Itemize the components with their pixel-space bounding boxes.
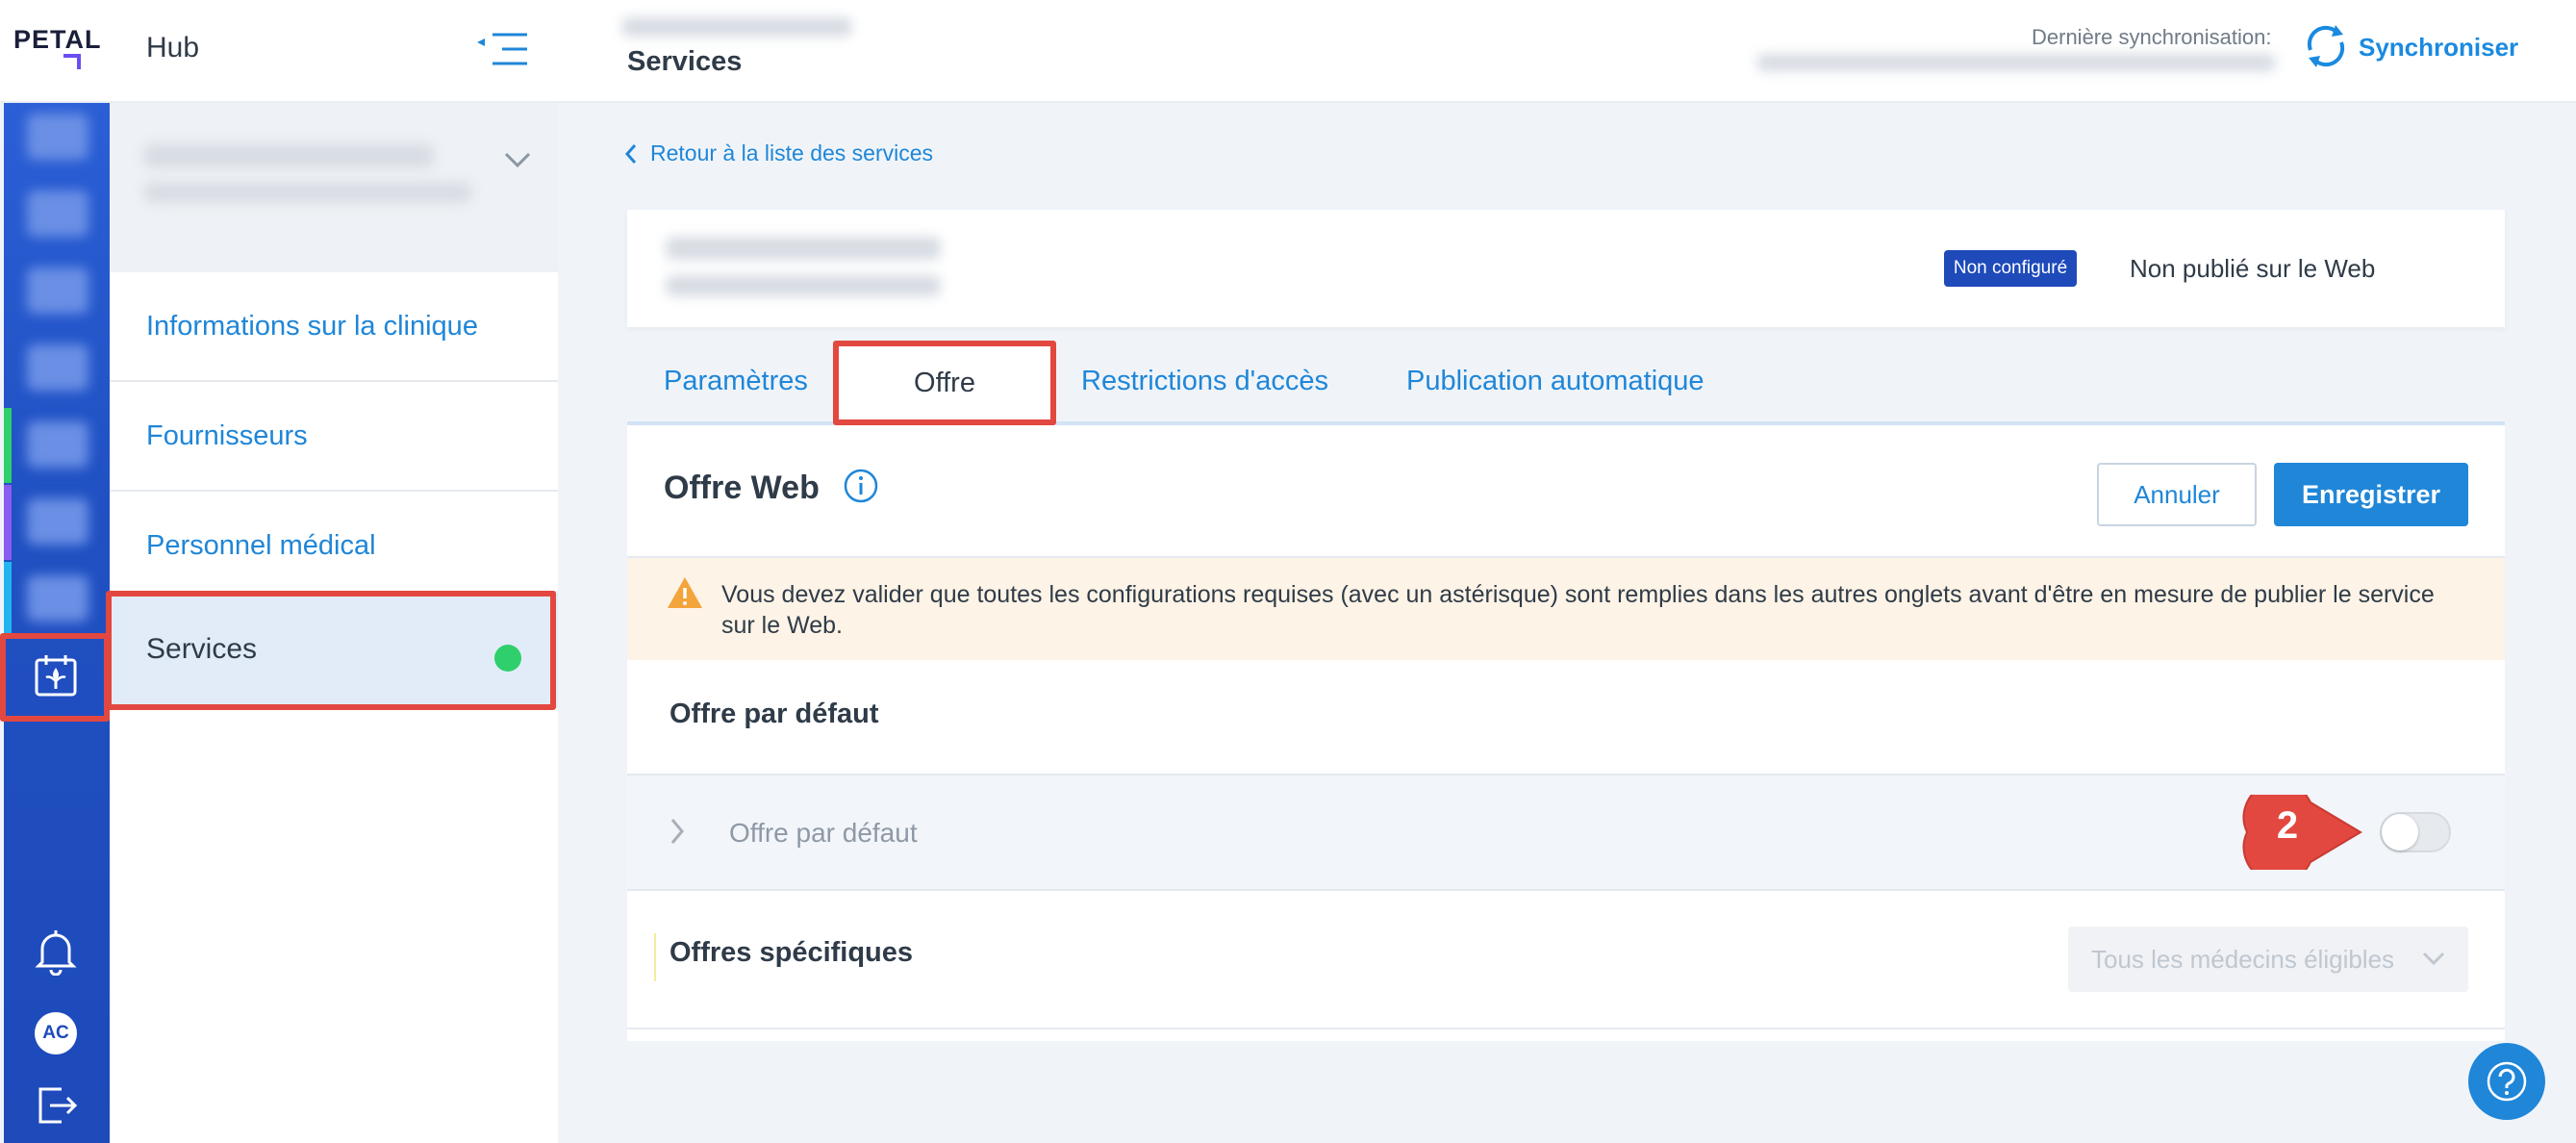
doctor-filter-value: Tous les médecins éligibles bbox=[2091, 945, 2395, 974]
step-number: 2 bbox=[2276, 804, 2299, 847]
rail-accent-cyan bbox=[4, 562, 12, 637]
hub-title: Hub bbox=[146, 32, 200, 64]
rail-blurred-icon bbox=[27, 344, 88, 391]
help-icon bbox=[2487, 1061, 2527, 1102]
tab-parametres[interactable]: Paramètres bbox=[664, 366, 808, 397]
page-title: Services bbox=[627, 46, 743, 77]
highlight-sidebar-services bbox=[106, 591, 556, 710]
sidebar-item-label: Informations sur la clinique bbox=[146, 311, 478, 342]
panel-title: Offre Web bbox=[664, 470, 820, 506]
warning-text: Vous devez valider que toutes les config… bbox=[721, 581, 2435, 639]
rail-blurred-icon bbox=[27, 498, 88, 545]
rail-accent-green bbox=[4, 408, 12, 483]
cancel-button[interactable]: Annuler bbox=[2097, 463, 2257, 526]
blurred-clinic-name bbox=[144, 144, 433, 167]
icon-rail bbox=[4, 103, 110, 1143]
petal-logo[interactable]: PETAL bbox=[13, 25, 102, 73]
back-to-services-link[interactable]: Retour à la liste des services bbox=[650, 140, 933, 166]
publish-status: Non publié sur le Web bbox=[2130, 254, 2376, 283]
info-icon[interactable] bbox=[843, 468, 879, 504]
chevron-down-icon[interactable] bbox=[2420, 949, 2447, 968]
rail-blurred-icon bbox=[27, 114, 88, 160]
tab-restrictions[interactable]: Restrictions d'accès bbox=[1081, 366, 1328, 397]
save-button[interactable]: Enregistrer bbox=[2274, 463, 2468, 526]
last-sync-label: Dernière synchronisation: bbox=[2032, 25, 2272, 49]
blurred-service-detail bbox=[666, 275, 941, 296]
default-offer-heading: Offre par défaut bbox=[669, 698, 879, 729]
help-button[interactable] bbox=[2468, 1043, 2545, 1120]
top-header bbox=[0, 0, 2576, 103]
status-badge: Non configuré bbox=[1944, 250, 2077, 287]
warning-icon bbox=[666, 575, 704, 610]
chevron-down-icon[interactable] bbox=[500, 144, 535, 173]
tab-publication-auto[interactable]: Publication automatique bbox=[1406, 366, 1705, 397]
rail-blurred-icon bbox=[27, 267, 88, 314]
logout-icon[interactable] bbox=[35, 1081, 81, 1128]
chevron-right-icon[interactable] bbox=[668, 816, 687, 847]
rail-blurred-icon bbox=[27, 421, 88, 468]
sidebar-item-clinic-info[interactable]: Informations sur la clinique bbox=[110, 272, 558, 382]
blurred-clinic-address bbox=[144, 183, 471, 202]
chevron-left-icon[interactable] bbox=[623, 142, 639, 165]
sync-button[interactable]: Synchroniser bbox=[2359, 33, 2518, 63]
toggle-knob[interactable] bbox=[2382, 814, 2418, 851]
sidebar-item-label: Fournisseurs bbox=[146, 420, 308, 451]
logo-mark-icon bbox=[63, 54, 81, 69]
blurred-service-name bbox=[666, 237, 941, 260]
specific-offers-heading: Offres spécifiques bbox=[669, 937, 914, 968]
sidebar-item-medical-staff[interactable]: Personnel médical bbox=[110, 492, 558, 601]
logo-text: PETAL bbox=[13, 25, 102, 54]
section-accent bbox=[654, 933, 656, 981]
sidebar-item-label: Personnel médical bbox=[146, 530, 376, 561]
default-offer-label: Offre par défaut bbox=[729, 818, 918, 848]
rail-accent-purple bbox=[4, 485, 12, 560]
tab-offre[interactable]: Offre bbox=[833, 341, 1056, 425]
user-avatar[interactable]: AC bbox=[35, 1012, 77, 1054]
bell-icon[interactable] bbox=[33, 927, 79, 977]
blurred-sync-time bbox=[1756, 54, 2276, 71]
rail-blurred-icon bbox=[27, 190, 88, 237]
panel-bottom-divider bbox=[627, 1028, 2505, 1029]
sync-icon[interactable] bbox=[2301, 21, 2351, 71]
rail-blurred-icon bbox=[27, 575, 88, 622]
blurred-breadcrumb bbox=[621, 17, 852, 37]
sidebar-item-suppliers[interactable]: Fournisseurs bbox=[110, 382, 558, 492]
collapse-sidebar-icon[interactable] bbox=[475, 31, 529, 67]
highlight-rail-services bbox=[0, 633, 110, 722]
